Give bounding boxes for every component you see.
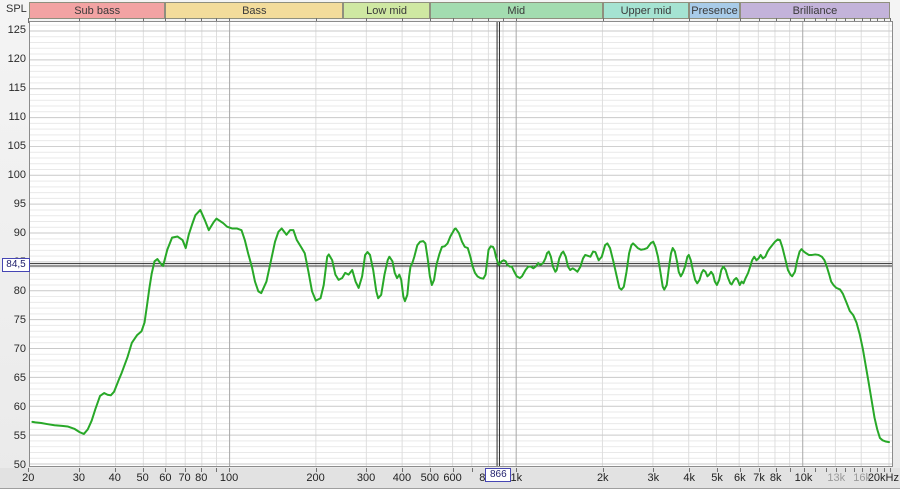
y-axis-label-100: 100 [0,169,26,181]
plot-canvas [30,22,892,466]
frequency-band-strip: Sub bassBassLow midMidUpper midPresenceB… [0,2,900,21]
x-axis-label-2k: 2k [583,472,623,484]
y-axis-label-110: 110 [0,111,26,123]
y-axis-label-60: 60 [0,401,26,413]
y-axis-label-115: 115 [0,82,26,94]
y-axis-label-105: 105 [0,140,26,152]
y-axis-label-75: 75 [0,314,26,326]
band-segment-presence: Presence [689,2,740,19]
y-axis-label-80: 80 [0,285,26,297]
x-axis-label-30: 30 [59,472,99,484]
y-axis-label-70: 70 [0,343,26,355]
band-segment-low-mid: Low mid [343,2,429,19]
band-segment-sub-bass: Sub bass [29,2,165,19]
y-axis-label-120: 120 [0,53,26,65]
x-axis-label-20khz: 20kHz [859,472,899,484]
y-axis-label-90: 90 [0,227,26,239]
x-axis-label-300: 300 [346,472,386,484]
band-segment-mid: Mid [430,2,603,19]
x-axis-label-3k: 3k [633,472,673,484]
y-axis-label-65: 65 [0,372,26,384]
band-segment-bass: Bass [165,2,343,19]
y-axis-label-95: 95 [0,198,26,210]
x-axis-label-200: 200 [296,472,336,484]
band-segment-brilliance: Brilliance [740,2,890,19]
band-segment-upper-mid: Upper mid [603,2,689,19]
x-axis-strip: 866 203040506070801002003004005006008001… [0,468,900,489]
x-axis-label-20: 20 [8,472,48,484]
y-axis-label-55: 55 [0,430,26,442]
cursor-frequency-readout[interactable]: 866 [485,468,511,482]
cursor-spl-readout[interactable]: 84,5 [2,258,30,272]
x-axis-label-100: 100 [209,472,249,484]
spl-frequency-response-chart: SPL Sub bassBassLow midMidUpper midPrese… [0,0,900,489]
x-axis-label-600: 600 [433,472,473,484]
y-axis-label-125: 125 [0,24,26,36]
plot-area[interactable] [29,21,893,467]
